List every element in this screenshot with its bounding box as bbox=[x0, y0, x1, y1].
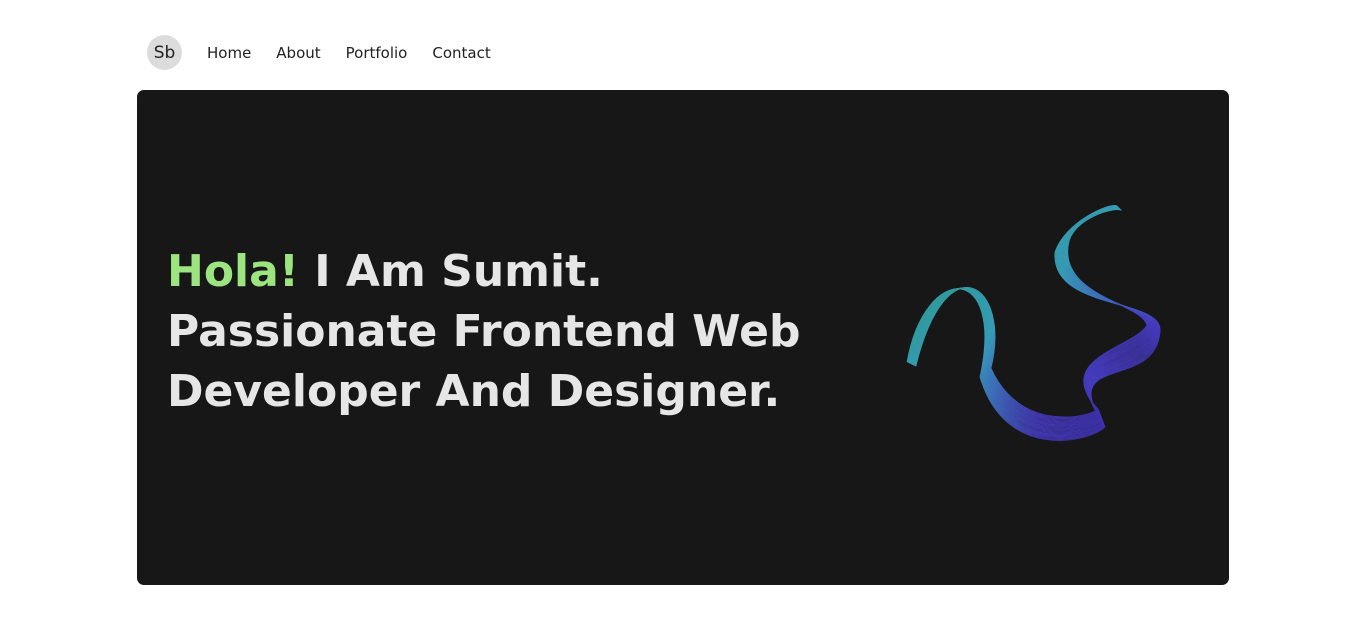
nav-link-contact[interactable]: Contact bbox=[432, 44, 490, 62]
wave-line bbox=[914, 208, 1149, 420]
wave-line bbox=[915, 209, 1148, 419]
wave-line bbox=[910, 206, 1155, 431]
wave-line bbox=[909, 206, 1157, 434]
wave-line bbox=[910, 207, 1155, 430]
wave-line bbox=[911, 207, 1154, 428]
wave-line bbox=[914, 208, 1150, 421]
top-navigation: Sb Home About Portfolio Contact bbox=[147, 35, 491, 70]
nav-link-about[interactable]: About bbox=[276, 44, 320, 62]
wave-line bbox=[909, 206, 1157, 433]
nav-links: Home About Portfolio Contact bbox=[207, 44, 491, 62]
nav-link-home[interactable]: Home bbox=[207, 44, 251, 62]
wave-line bbox=[914, 208, 1149, 421]
wave-line bbox=[908, 205, 1158, 437]
wave-line bbox=[907, 205, 1159, 439]
wave-line bbox=[913, 208, 1151, 423]
wave-line bbox=[908, 206, 1158, 436]
wave-line bbox=[910, 206, 1156, 432]
hero-headline: Hola! I Am Sumit. Passionate Frontend We… bbox=[167, 242, 867, 422]
wave-line bbox=[915, 209, 1148, 418]
wave-line bbox=[913, 208, 1151, 424]
wave-line bbox=[906, 205, 1161, 441]
wave-line bbox=[913, 208, 1150, 422]
wave-line bbox=[911, 207, 1154, 429]
wave-line bbox=[912, 208, 1152, 425]
wave-line bbox=[907, 205, 1159, 438]
wave-line bbox=[908, 206, 1157, 435]
nav-link-portfolio[interactable]: Portfolio bbox=[346, 44, 408, 62]
logo-text: Sb bbox=[153, 42, 176, 63]
abstract-wave-icon bbox=[906, 205, 1161, 441]
logo-avatar[interactable]: Sb bbox=[147, 35, 182, 70]
hero-section: Hola! I Am Sumit. Passionate Frontend We… bbox=[137, 90, 1229, 585]
wave-line bbox=[912, 207, 1153, 427]
wave-line bbox=[911, 207, 1153, 427]
wave-line bbox=[907, 205, 1160, 440]
wave-line bbox=[912, 207, 1152, 426]
wave-line bbox=[906, 205, 1160, 440]
hero-greeting: Hola! bbox=[167, 246, 299, 297]
wave-line bbox=[909, 206, 1156, 433]
